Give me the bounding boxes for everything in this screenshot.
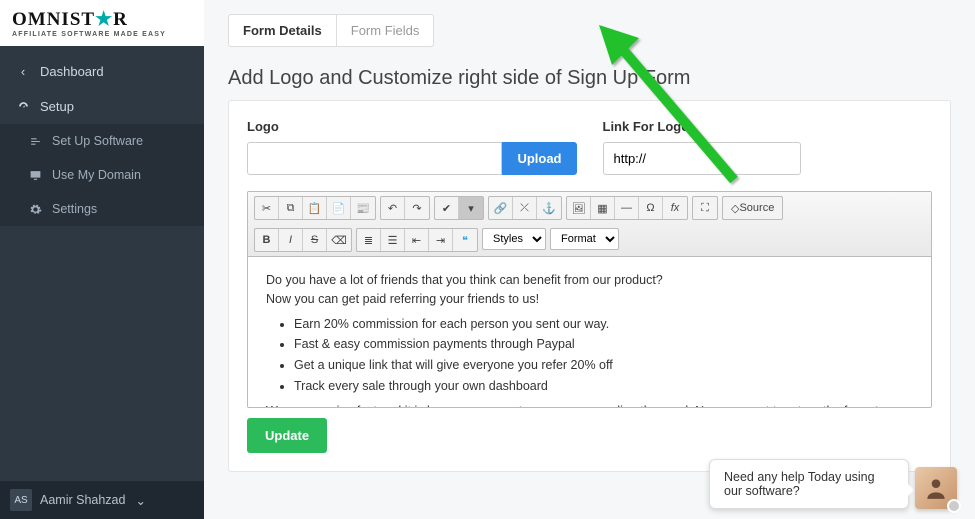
image-icon[interactable]: 🖼 — [567, 197, 591, 219]
numbered-list-icon[interactable]: ≣ — [357, 229, 381, 251]
page-title: Add Logo and Customize right side of Sig… — [204, 47, 975, 100]
chat-bubble[interactable]: Need any help Today using our software? — [709, 459, 909, 509]
editor-paragraph: Do you have a lot of friends that you th… — [266, 271, 913, 290]
copy-icon[interactable]: ⧉ — [279, 197, 303, 219]
editor-paragraph: Now you can get paid referring your frie… — [266, 290, 913, 309]
remove-format-icon[interactable]: ⌫ — [327, 229, 351, 251]
form-card: Logo Upload Link For Logo ✂ ⧉ 📋 — [228, 100, 951, 472]
sidebar-item-label: Set Up Software — [52, 134, 143, 148]
gear-icon — [28, 202, 42, 216]
strike-icon[interactable]: S — [303, 229, 327, 251]
tab-form-fields[interactable]: Form Fields — [336, 14, 435, 47]
table-icon[interactable]: ▦ — [591, 197, 615, 219]
brand-tagline: AFFILIATE SOFTWARE MADE EASY — [12, 31, 192, 38]
bold-icon[interactable]: B — [255, 229, 279, 251]
source-button[interactable]: ◇ Source — [723, 197, 782, 219]
maximize-icon[interactable]: ⛶ — [693, 197, 717, 219]
sidebar-item-settings[interactable]: Settings — [0, 192, 204, 226]
editor-list: Earn 20% commission for each person you … — [294, 315, 913, 396]
cut-icon[interactable]: ✂ — [255, 197, 279, 219]
update-button[interactable]: Update — [247, 418, 327, 453]
chevron-left-icon: ‹ — [16, 65, 30, 79]
sidebar-item-label: Setup — [40, 99, 74, 114]
link-label: Link For Logo — [603, 119, 933, 134]
list-item: Track every sale through your own dashbo… — [294, 377, 913, 396]
list-item: Earn 20% commission for each person you … — [294, 315, 913, 334]
editor-paragraph: We are growing fast and it is because ou… — [266, 402, 913, 408]
user-name: Aamir Shahzad — [40, 493, 125, 507]
scayt-icon[interactable]: ▾ — [459, 197, 483, 219]
styles-select[interactable]: Styles — [482, 228, 546, 250]
sidebar-item-label: Settings — [52, 202, 97, 216]
format-select[interactable]: Format — [550, 228, 619, 250]
sidebar-item-label: Dashboard — [40, 64, 104, 79]
gauge-icon — [16, 100, 30, 114]
logo-label: Logo — [247, 119, 577, 134]
link-input[interactable] — [603, 142, 801, 175]
hr-icon[interactable]: ― — [615, 197, 639, 219]
bulleted-list-icon[interactable]: ☰ — [381, 229, 405, 251]
link-icon[interactable]: 🔗 — [489, 197, 513, 219]
paste-word-icon[interactable]: 📰 — [351, 197, 375, 219]
spellcheck-icon[interactable]: ✔ — [435, 197, 459, 219]
anchor-icon[interactable]: ⚓ — [537, 197, 561, 219]
list-item: Get a unique link that will give everyon… — [294, 356, 913, 375]
sidebar-item-use-my-domain[interactable]: Use My Domain — [0, 158, 204, 192]
editor-toolbar: ✂ ⧉ 📋 📄 📰 ↶ ↷ ✔ ▾ 🔗 — [248, 192, 931, 257]
upload-button[interactable]: Upload — [502, 142, 576, 175]
help-chat[interactable]: Need any help Today using our software? — [709, 459, 957, 509]
sidebar-item-set-up-software[interactable]: Set Up Software — [0, 124, 204, 158]
sidebar-item-dashboard[interactable]: ‹ Dashboard — [0, 54, 204, 89]
rich-text-editor[interactable]: ✂ ⧉ 📋 📄 📰 ↶ ↷ ✔ ▾ 🔗 — [247, 191, 932, 408]
editor-content[interactable]: Do you have a lot of friends that you th… — [248, 257, 931, 407]
chat-avatar-icon[interactable] — [915, 467, 957, 509]
redo-icon[interactable]: ↷ — [405, 197, 429, 219]
italic-icon[interactable]: I — [279, 229, 303, 251]
undo-icon[interactable]: ↶ — [381, 197, 405, 219]
blockquote-icon[interactable]: ❝ — [453, 229, 477, 251]
user-avatar: AS — [10, 489, 32, 511]
paste-icon[interactable]: 📋 — [303, 197, 327, 219]
chevron-down-icon: ⌄ — [135, 493, 145, 508]
paste-text-icon[interactable]: 📄 — [327, 197, 351, 219]
user-menu[interactable]: AS Aamir Shahzad ⌄ — [0, 481, 204, 519]
special-char-icon[interactable]: Ω — [639, 197, 663, 219]
sidebar-item-label: Use My Domain — [52, 168, 141, 182]
sidebar-item-setup[interactable]: Setup — [0, 89, 204, 124]
sliders-icon — [28, 134, 42, 148]
unlink-icon[interactable]: ⤫ — [513, 197, 537, 219]
list-item: Fast & easy commission payments through … — [294, 335, 913, 354]
monitor-icon — [28, 168, 42, 182]
equation-icon[interactable]: fx — [663, 197, 687, 219]
brand-logo: OMNIST★R AFFILIATE SOFTWARE MADE EASY — [0, 0, 204, 46]
indent-icon[interactable]: ⇥ — [429, 229, 453, 251]
outdent-icon[interactable]: ⇤ — [405, 229, 429, 251]
tab-form-details[interactable]: Form Details — [228, 14, 336, 47]
tabs: Form Details Form Fields — [204, 0, 975, 47]
logo-path-input[interactable] — [247, 142, 502, 175]
sidebar-nav: ‹ Dashboard Setup Set Up Software Use M — [0, 46, 204, 481]
